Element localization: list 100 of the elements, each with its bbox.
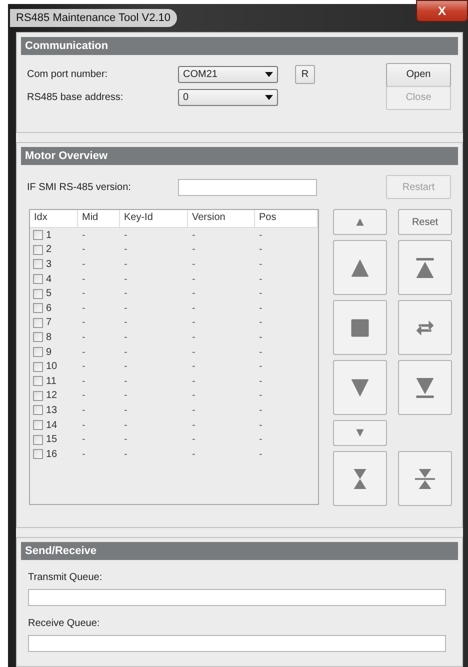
transmit-queue-field[interactable] (28, 589, 446, 606)
row-checkbox[interactable] (33, 347, 43, 358)
table-cell-text: - (123, 244, 128, 256)
top-button[interactable] (398, 240, 452, 295)
table-cell-text: - (81, 288, 86, 300)
table-cell-text: - (123, 420, 128, 431)
row-checkbox[interactable] (33, 230, 43, 240)
stop-button[interactable] (333, 300, 387, 355)
row-checkbox[interactable] (33, 259, 43, 270)
table-cell-text: - (81, 317, 86, 328)
column-header: Idx (30, 210, 78, 227)
table-cell-text: - (258, 258, 264, 270)
table-cell-text: - (81, 376, 86, 387)
row-checkbox[interactable] (33, 318, 43, 328)
dropdown-value: COM21 (183, 69, 218, 80)
table-cell: 13 (46, 404, 58, 416)
table-cell-text: - (123, 376, 128, 387)
table-cell-text: - (81, 274, 86, 285)
row-checkbox[interactable] (33, 362, 43, 372)
dropdown-value: 0 (183, 92, 189, 103)
down-button[interactable] (333, 360, 387, 415)
swap-button[interactable] (398, 300, 452, 355)
table-cell-text: - (258, 361, 264, 372)
table-cell-text: - (123, 258, 128, 270)
stop-square-icon (350, 318, 370, 338)
table-cell-text: - (123, 434, 128, 446)
com-port-dropdown[interactable]: COM21 (178, 66, 278, 83)
column-header: Version (188, 210, 255, 227)
version-field[interactable] (178, 178, 317, 196)
table-cell-text: - (258, 230, 264, 241)
table-cell-text: - (81, 390, 86, 402)
section-header: Send/Receive (21, 542, 458, 560)
table-cell-text: - (191, 332, 196, 343)
table-cell-text: - (81, 404, 86, 416)
field-label: Transmit Queue: (27, 571, 104, 585)
table-cell-text: - (81, 258, 86, 270)
step-down-button[interactable] (333, 420, 387, 446)
receive-queue-field[interactable] (28, 635, 446, 652)
up-button[interactable] (333, 240, 387, 295)
bottom-button[interactable] (398, 360, 452, 415)
row-checkbox[interactable] (33, 288, 43, 299)
table-cell-text: - (191, 230, 196, 241)
window-title: RS485 Maintenance Tool V2.10 (10, 9, 177, 27)
table-cell-text: - (123, 274, 128, 285)
table-cell: 16 (46, 448, 58, 460)
table-cell-text: - (191, 448, 196, 460)
table-cell-text: - (191, 390, 196, 402)
field-label: IF SMI RS-485 version: (26, 182, 132, 192)
open-button[interactable]: Open (386, 62, 451, 86)
field-label: Com port number: (26, 69, 109, 80)
row-checkbox[interactable] (33, 449, 43, 460)
table-cell-text: - (123, 361, 128, 372)
field-label: Receive Queue: (27, 617, 101, 631)
hourglass-line-icon (415, 468, 435, 488)
pinch-button[interactable] (333, 451, 387, 506)
table-cell-text: - (258, 302, 264, 314)
row-checkbox[interactable] (33, 420, 43, 430)
row-checkbox[interactable] (33, 434, 43, 445)
table-cell: 3 (46, 258, 52, 270)
table-cell: 1 (46, 230, 52, 241)
table-cell-text: - (191, 376, 196, 387)
table-cell-text: - (191, 361, 196, 372)
table-cell-text: - (191, 274, 196, 285)
table-cell-text: - (81, 361, 86, 372)
refresh-button[interactable]: R (295, 65, 315, 84)
row-checkbox[interactable] (33, 244, 43, 255)
table-cell: 15 (46, 434, 58, 446)
table-cell: 10 (46, 361, 58, 372)
triangle-to-line-icon (415, 258, 435, 278)
table-cell-text: - (191, 288, 196, 300)
table-cell: 9 (46, 346, 52, 358)
table-cell-text: - (258, 448, 264, 460)
table-cell-text: - (123, 346, 128, 358)
row-checkbox[interactable] (33, 390, 43, 401)
close-window-button[interactable]: X (416, 0, 468, 22)
table-cell-text: - (258, 420, 264, 431)
section-header: Communication (21, 37, 458, 55)
row-checkbox[interactable] (33, 303, 43, 314)
address-dropdown[interactable]: 0 (178, 89, 278, 106)
table-cell-text: - (258, 376, 264, 387)
table-cell-text: - (258, 332, 264, 343)
table-cell-text: - (191, 346, 196, 358)
table-cell-text: - (258, 404, 264, 416)
table-cell-text: - (258, 434, 264, 446)
table-cell: 7 (46, 317, 52, 328)
row-checkbox[interactable] (33, 405, 43, 416)
down-triangle-icon (350, 378, 370, 398)
reset-button[interactable]: Reset (398, 209, 452, 235)
row-checkbox[interactable] (33, 332, 43, 342)
table-cell-text: - (123, 332, 128, 343)
center-button[interactable] (398, 451, 452, 506)
step-up-button[interactable] (333, 209, 387, 235)
column-header: Key-Id (120, 210, 188, 227)
table-cell-text: - (191, 434, 196, 446)
table-cell-text: - (191, 420, 196, 431)
row-checkbox[interactable] (33, 376, 43, 386)
table-cell-text: - (123, 302, 128, 314)
table-cell-text: - (191, 404, 196, 416)
row-checkbox[interactable] (33, 274, 43, 284)
table-cell-text: - (123, 390, 128, 402)
